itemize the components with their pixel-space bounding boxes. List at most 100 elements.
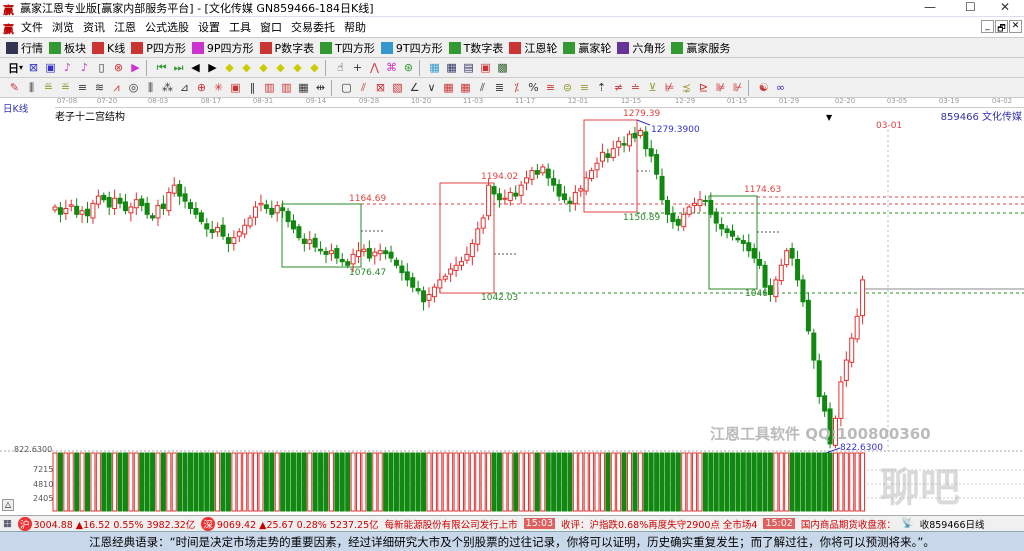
volume-bar	[328, 452, 334, 512]
volume-bar	[773, 452, 779, 512]
candle-up	[247, 217, 253, 227]
volume-bar	[459, 452, 464, 512]
candle-down	[513, 192, 519, 197]
news-2[interactable]: 收评：沪指跌0.68%再度失守2900点 全市场4	[561, 517, 757, 531]
grid-icon[interactable]: ▦	[3, 518, 12, 529]
candle-up	[540, 166, 546, 174]
volume-bar	[204, 452, 210, 512]
volume-bar	[128, 452, 134, 512]
candle-down	[198, 212, 204, 223]
volume-bar	[177, 452, 183, 512]
volume-bar	[583, 452, 589, 512]
candle-up	[589, 170, 595, 180]
volume-bar	[290, 452, 296, 512]
candle-down	[643, 131, 649, 150]
candle-up	[860, 279, 866, 317]
volume-bar	[63, 452, 69, 512]
vol-axis-3: 2405	[33, 494, 54, 503]
label-1174: 1174.63	[744, 185, 782, 195]
sh-icon: 沪	[17, 516, 32, 531]
volume-bar	[757, 452, 763, 512]
candle-down	[421, 290, 427, 303]
gann-quote: 江恩经典语录：“时间是决定市场走势的重要因素，经过详细研究大市及个别股票的过往记…	[89, 534, 935, 549]
candle-down	[767, 285, 773, 295]
candle-up	[361, 248, 367, 252]
candle-down	[659, 175, 665, 201]
candle-down	[545, 168, 551, 179]
quote-bar: 江恩经典语录：“时间是决定市场走势的重要因素，经过详细研究大市及个别股票的过往记…	[0, 531, 1024, 551]
candle-down	[713, 211, 719, 224]
candle-up	[112, 197, 118, 209]
news-3[interactable]: 国内商品期货收盘涨：	[801, 517, 896, 531]
candle-down	[334, 248, 340, 259]
candle-up	[524, 177, 530, 184]
volume-bar	[334, 452, 340, 512]
volume-bar	[827, 452, 833, 512]
volume-bar	[269, 452, 275, 512]
volume-bar	[475, 452, 481, 512]
gann-box-red-1	[439, 182, 495, 294]
candle-up	[838, 381, 844, 419]
scroll-up-button[interactable]: △	[2, 499, 14, 511]
volume-bar	[860, 452, 866, 512]
candle-down	[805, 299, 811, 332]
news-1[interactable]: 每新能源股份有限公司发行上市	[385, 517, 518, 531]
candle-up	[784, 250, 790, 266]
volume-bar	[480, 452, 486, 512]
volume-bar	[605, 452, 611, 512]
candle-up	[599, 151, 605, 162]
candle-down	[730, 230, 735, 237]
volume-bar	[816, 452, 822, 512]
volume-bar	[57, 452, 63, 512]
candle-down	[101, 194, 107, 201]
candle-up	[79, 210, 85, 215]
volume-bar	[751, 452, 757, 512]
volume-bar	[101, 452, 107, 512]
candle-down	[366, 248, 372, 259]
candle-down	[285, 210, 291, 223]
volume-bar	[556, 452, 562, 512]
volume-bar	[112, 452, 118, 512]
candle-up	[52, 206, 58, 211]
candle-up	[63, 207, 69, 215]
caret-down-icon: ▼	[826, 113, 833, 122]
sh-index[interactable]: 3004.88 ▲16.52 0.55% 3982.32亿	[34, 517, 196, 531]
candle-down	[746, 242, 752, 252]
volume-bar	[442, 452, 448, 512]
volume-bar	[453, 452, 459, 512]
candle-up	[68, 204, 74, 207]
volume-bar	[274, 452, 280, 512]
volume-bar	[594, 452, 600, 512]
candle-up	[778, 264, 784, 282]
candle-up	[518, 184, 524, 196]
candle-up	[377, 250, 383, 255]
volume-bar	[296, 452, 302, 512]
volume-bar	[356, 452, 362, 512]
volume-bar	[578, 452, 584, 512]
volume-bar	[421, 452, 427, 512]
candle-down	[675, 218, 681, 226]
candle-up	[231, 237, 237, 244]
sz-index[interactable]: 9069.42 ▲25.67 0.28% 5237.25亿	[217, 517, 379, 531]
candle-down	[762, 264, 768, 288]
candle-down	[74, 205, 80, 215]
candle-down	[383, 250, 389, 255]
volume-bar	[160, 452, 166, 512]
volume-bar	[730, 452, 735, 512]
candle-down	[534, 170, 540, 175]
candle-down	[209, 229, 215, 234]
candle-down	[702, 199, 708, 202]
volume-bar	[74, 452, 80, 512]
antenna-icon: 📡	[901, 518, 914, 529]
volume-bar	[838, 452, 844, 512]
volume-bar	[513, 452, 519, 512]
volume-bar	[767, 452, 773, 512]
volume-bar	[789, 452, 795, 512]
candle-down	[220, 224, 226, 237]
status-bar: ▦ 沪 3004.88 ▲16.52 0.55% 3982.32亿 深 9069…	[0, 515, 1024, 531]
volume-bar	[719, 452, 725, 512]
label-low: 822.6300	[840, 443, 883, 453]
volume-bar	[383, 452, 389, 512]
volume-bar	[166, 452, 172, 512]
volume-bar	[426, 452, 432, 512]
